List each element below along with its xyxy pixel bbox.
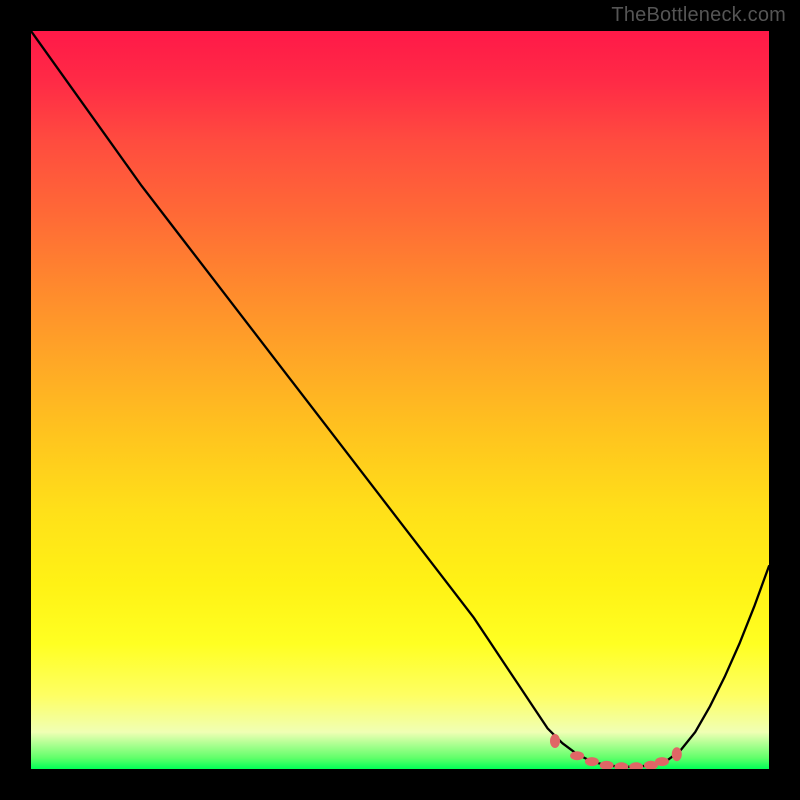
marker-dot	[550, 734, 560, 748]
marker-dot	[570, 751, 584, 760]
bottleneck-curve-line	[31, 31, 769, 767]
marker-dot	[672, 747, 682, 761]
marker-dot	[655, 757, 669, 766]
marker-dot	[614, 762, 628, 769]
marker-dot	[585, 757, 599, 766]
optimal-range-markers	[550, 734, 682, 769]
watermark-text: TheBottleneck.com	[611, 4, 786, 27]
marker-dot	[629, 762, 643, 769]
chart-plot-area	[31, 31, 769, 769]
chart-svg	[31, 31, 769, 769]
marker-dot	[600, 761, 614, 769]
